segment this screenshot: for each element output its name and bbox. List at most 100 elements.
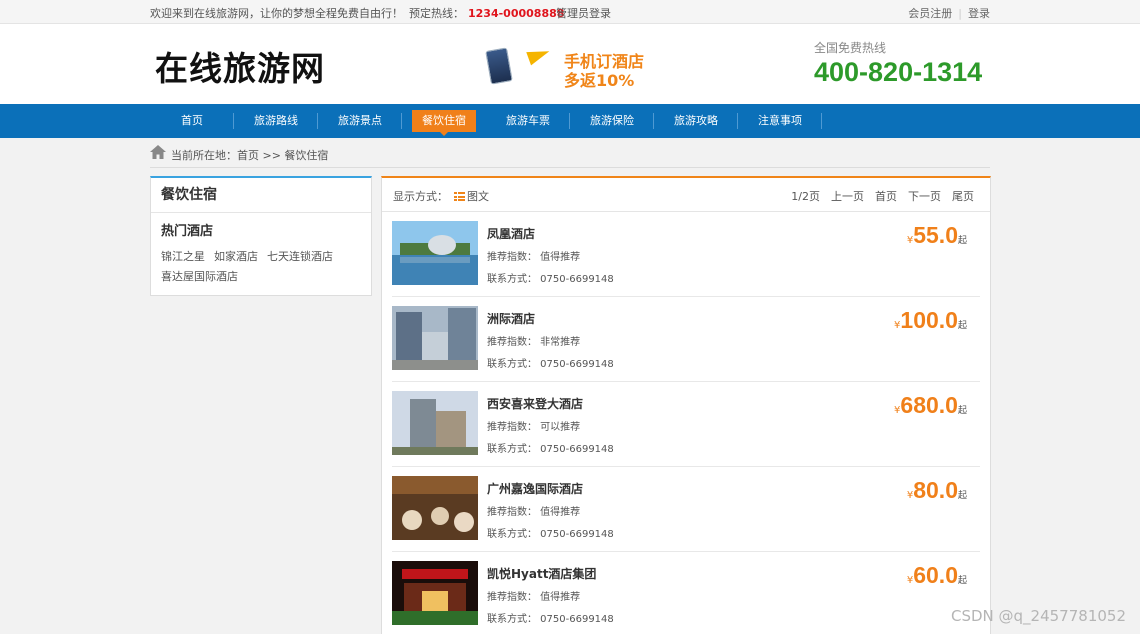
nav-item-dining-lodging[interactable]: 餐饮住宿 [402, 104, 486, 138]
nav-item-label[interactable]: 旅游路线 [234, 104, 318, 138]
last-page-link[interactable]: 尾页 [952, 190, 974, 203]
sidebar-link[interactable]: 七天连锁酒店 [267, 250, 333, 263]
login-link[interactable]: 登录 [968, 7, 990, 20]
active-caret-icon [440, 132, 448, 136]
mobile-promo-banner[interactable]: 手机订酒店 多返10% [482, 44, 657, 90]
nav-item-label[interactable]: 旅游保险 [570, 104, 654, 138]
display-mode-value[interactable]: 图文 [467, 190, 489, 203]
next-page-link[interactable]: 下一页 [908, 190, 941, 203]
hotel-price: ¥55.0起 [907, 222, 967, 249]
nav-item-notes[interactable]: 注意事项 [738, 104, 822, 138]
nav-list: 首页 旅游路线 旅游景点 餐饮住宿 旅游车票 旅游保险 旅游攻略 注意事项 [150, 104, 822, 138]
hotel-photo[interactable] [392, 561, 478, 625]
paper-plane-icon [526, 44, 552, 66]
hotline-number: 1234-00008888 [468, 7, 565, 20]
nav-item-label[interactable]: 旅游车票 [486, 104, 570, 138]
hotel-photo[interactable] [392, 221, 478, 285]
register-link[interactable]: 会员注册 [908, 7, 952, 20]
price-amount: 55.0 [913, 222, 958, 248]
hotel-recommendation: 推荐指数： 值得推荐 [487, 507, 581, 518]
list-toolbar: 显示方式： 图文 1/2页 上一页 首页 下一页 尾页 [382, 178, 990, 212]
hotel-name[interactable]: 凤凰酒店 [487, 225, 535, 242]
nav-item-label[interactable]: 首页 [150, 104, 234, 138]
hotel-recommendation: 推荐指数： 值得推荐 [487, 252, 581, 263]
display-mode-label: 显示方式： [393, 190, 448, 203]
free-hotline-number: 400-820-1314 [814, 57, 983, 87]
hotel-name[interactable]: 广州嘉逸国际酒店 [487, 480, 583, 497]
sidebar-subtitle: 热门酒店 [161, 224, 214, 239]
price-suffix: 起 [957, 236, 967, 246]
sidebar-title: 餐饮住宿 [151, 178, 371, 213]
hotel-photo[interactable] [392, 306, 478, 370]
page-info: 1/2页 [791, 190, 820, 203]
welcome-text: 欢迎来到在线旅游网，让你的梦想全程免费自由行！ 预定热线： 1234-0000888… [150, 5, 564, 21]
phone-icon [485, 47, 513, 85]
hotel-price: ¥680.0起 [894, 392, 967, 419]
account-links: 会员注册 | 登录 [908, 5, 990, 21]
hotel-price: ¥60.0起 [907, 562, 967, 589]
hotel-contact: 联系方式： 0750-6699148 [487, 614, 614, 625]
hotel-contact: 联系方式： 0750-6699148 [487, 359, 614, 370]
nav-item-home[interactable]: 首页 [150, 104, 234, 138]
nav-item-label[interactable]: 注意事项 [738, 104, 822, 138]
sidebar-link[interactable]: 喜达屋国际酒店 [161, 270, 238, 283]
home-icon [150, 145, 166, 159]
top-bar: 欢迎来到在线旅游网，让你的梦想全程免费自由行！ 预定热线： 1234-0000888… [0, 0, 1140, 24]
price-amount: 80.0 [913, 477, 958, 503]
site-logo[interactable]: 在线旅游网 [155, 42, 325, 90]
hotel-name[interactable]: 西安喜来登大酒店 [487, 395, 583, 412]
main-area: 餐饮住宿 热门酒店 锦江之星 如家酒店 七天连锁酒店喜达屋国际酒店 显示方式： 图文 … [0, 176, 1140, 634]
hotel-recommendation: 推荐指数： 非常推荐 [487, 337, 581, 348]
hotel-contact: 联系方式： 0750-6699148 [487, 274, 614, 285]
hotel-price: ¥80.0起 [907, 477, 967, 504]
display-mode: 显示方式： 图文 [393, 188, 489, 204]
list-item[interactable]: 凯悦Hyatt酒店集团 推荐指数： 值得推荐 联系方式： 0750-669914… [392, 552, 980, 634]
hotel-list: 凤凰酒店 推荐指数： 值得推荐 联系方式： 0750-6699148 ¥55.0… [392, 212, 980, 634]
sidebar-link[interactable]: 锦江之星 [161, 250, 205, 263]
price-suffix: 起 [957, 406, 967, 416]
sidebar: 餐饮住宿 热门酒店 锦江之星 如家酒店 七天连锁酒店喜达屋国际酒店 [150, 176, 372, 296]
admin-login-link[interactable]: 管理员登录 [556, 5, 611, 21]
list-item[interactable]: 广州嘉逸国际酒店 推荐指数： 值得推荐 联系方式： 0750-6699148 ¥… [392, 467, 980, 552]
nav-item-tickets[interactable]: 旅游车票 [486, 104, 570, 138]
nav-item-label[interactable]: 餐饮住宿 [412, 110, 476, 132]
hotel-photo[interactable] [392, 391, 478, 455]
watermark: CSDN @q_2457781052 [951, 607, 1126, 625]
sidebar-link[interactable]: 如家酒店 [214, 250, 258, 263]
free-hotline: 全国免费热线 400-820-1314 [814, 39, 989, 88]
hotel-contact: 联系方式： 0750-6699148 [487, 529, 614, 540]
prev-page-link[interactable]: 上一页 [831, 190, 864, 203]
hotel-name[interactable]: 凯悦Hyatt酒店集团 [487, 565, 596, 582]
nav-item-attractions[interactable]: 旅游景点 [318, 104, 402, 138]
breadcrumb-bar: 当前所在地：首页 >> 餐饮住宿 [0, 138, 1140, 168]
hotel-links: 锦江之星 如家酒店 七天连锁酒店喜达屋国际酒店 [151, 239, 371, 287]
hotel-list-panel: 显示方式： 图文 1/2页 上一页 首页 下一页 尾页 凤凰酒店 推荐指数： 值得推荐 联… [381, 176, 991, 634]
nav-item-label[interactable]: 旅游攻略 [654, 104, 738, 138]
nav-divider [821, 113, 822, 129]
first-page-link[interactable]: 首页 [875, 190, 897, 203]
site-header: 在线旅游网 手机订酒店 多返10% 全国免费热线 400-820-1314 [0, 24, 1140, 104]
list-item[interactable]: 凤凰酒店 推荐指数： 值得推荐 联系方式： 0750-6699148 ¥55.0… [392, 212, 980, 297]
nav-item-insurance[interactable]: 旅游保险 [570, 104, 654, 138]
main-nav: 首页 旅游路线 旅游景点 餐饮住宿 旅游车票 旅游保险 旅游攻略 注意事项 [0, 104, 1140, 138]
nav-item-guides[interactable]: 旅游攻略 [654, 104, 738, 138]
promo-line2: 多返10% [564, 71, 635, 90]
hotel-name[interactable]: 洲际酒店 [487, 310, 535, 327]
price-amount: 100.0 [900, 307, 958, 333]
breadcrumb: 当前所在地：首页 >> 餐饮住宿 [171, 149, 329, 162]
separator: | [958, 7, 962, 20]
list-item[interactable]: 洲际酒店 推荐指数： 非常推荐 联系方式： 0750-6699148 ¥100.… [392, 297, 980, 382]
free-hotline-label: 全国免费热线 [814, 41, 887, 55]
list-item[interactable]: 西安喜来登大酒店 推荐指数： 可以推荐 联系方式： 0750-6699148 ¥… [392, 382, 980, 467]
pagination: 1/2页 上一页 首页 下一页 尾页 [780, 188, 974, 204]
hotel-recommendation: 推荐指数： 值得推荐 [487, 592, 581, 603]
hotel-photo[interactable] [392, 476, 478, 540]
list-view-icon[interactable] [454, 192, 465, 201]
price-amount: 680.0 [900, 392, 958, 418]
nav-item-label[interactable]: 旅游景点 [318, 104, 402, 138]
price-suffix: 起 [957, 576, 967, 586]
hotel-price: ¥100.0起 [894, 307, 967, 334]
price-suffix: 起 [957, 491, 967, 501]
nav-item-routes[interactable]: 旅游路线 [234, 104, 318, 138]
price-amount: 60.0 [913, 562, 958, 588]
